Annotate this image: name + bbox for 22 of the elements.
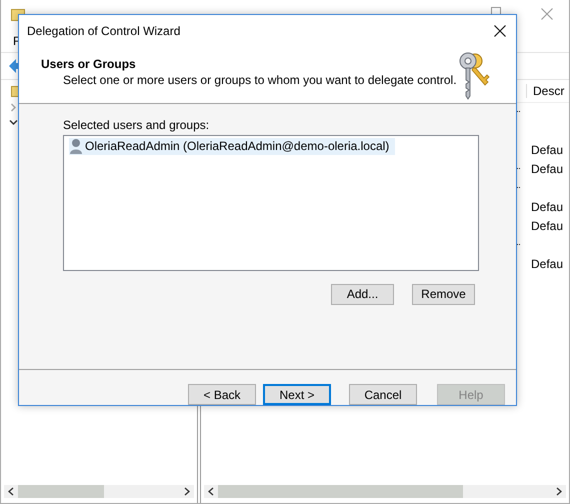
list-label: Selected users and groups: [63,118,210,132]
users-list[interactable]: OleriaReadAdmin (OleriaReadAdmin@demo-oleria.local) [63,134,479,271]
list-button[interactable]: Add... [331,284,394,305]
table-cell: Defau [531,200,564,214]
horizontal-scrollbar[interactable] [4,485,194,498]
wizard-button[interactable]: Cancel [349,384,417,405]
wizard-button[interactable]: < Back [188,384,256,405]
table-cell: Defau [531,219,564,233]
dialog-title: Delegation of Control Wizard [27,24,180,38]
horizontal-scrollbar[interactable] [204,485,566,498]
close-icon[interactable] [494,25,506,37]
list-item[interactable]: OleriaReadAdmin (OleriaReadAdmin@demo-oleria.local) [69,138,396,155]
page-heading: Users or Groups [41,57,137,71]
column-header[interactable]: Descr [526,84,569,98]
table-cell: Defau [531,257,564,271]
table-cell: Defau [531,143,564,157]
page-description: Select one or more users or groups to whom you want to delegate control. [62,73,457,87]
table-cell: Defau [531,162,564,176]
list-button[interactable]: Remove [412,284,475,305]
user-icon [69,138,83,154]
wizard-button[interactable]: Next > [263,384,331,405]
chevron-down-icon[interactable] [9,118,18,127]
